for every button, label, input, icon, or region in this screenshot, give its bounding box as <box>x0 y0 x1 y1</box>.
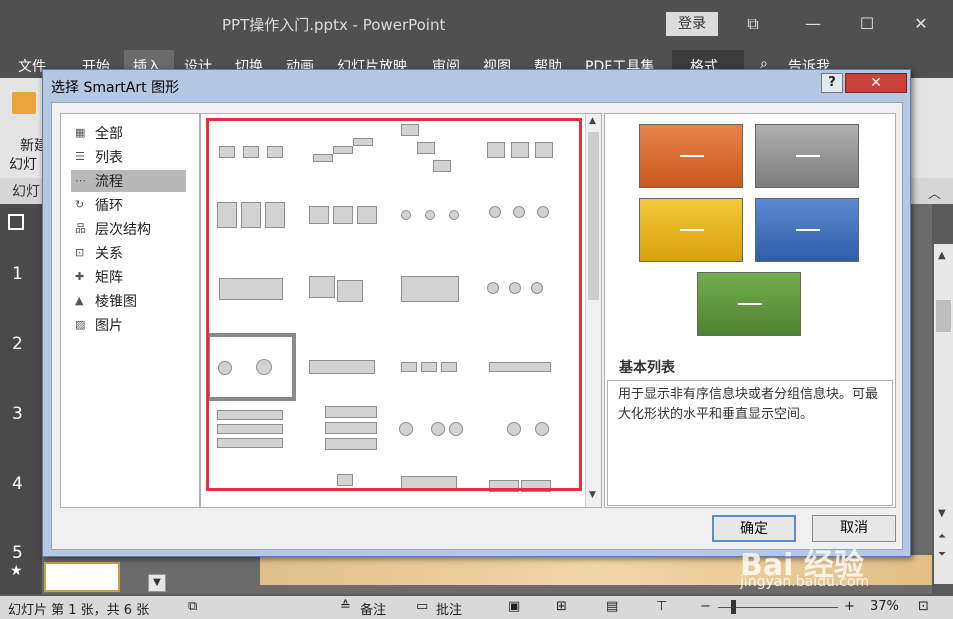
comments-button[interactable]: 批注 <box>436 599 462 618</box>
category-label: 层次结构 <box>95 222 151 238</box>
minimize-icon[interactable]: — <box>798 10 828 38</box>
slide-number-1[interactable]: 1 <box>12 264 23 284</box>
zoom-in-button[interactable]: + <box>844 599 855 614</box>
login-button[interactable]: 登录 <box>666 12 718 36</box>
slide-number-2[interactable]: 2 <box>12 334 23 354</box>
preview-block-green <box>697 272 801 336</box>
zoom-out-button[interactable]: − <box>700 599 711 614</box>
category-all[interactable]: ▦ 全部 <box>71 122 186 144</box>
comments-icon[interactable]: ▭ <box>416 599 428 614</box>
slide-number-4[interactable]: 4 <box>12 474 23 494</box>
category-list-item[interactable]: ☰ 列表 <box>71 146 186 168</box>
category-matrix[interactable]: ✚ 矩阵 <box>71 266 186 288</box>
notes-button[interactable]: 备注 <box>360 599 386 618</box>
scroll-down-icon[interactable]: ▼ <box>938 508 946 519</box>
thumbnail-scroll-down-icon[interactable]: ▼ <box>148 574 166 592</box>
hierarchy-icon: 品 <box>75 222 86 235</box>
category-picture[interactable]: ▨ 图片 <box>71 314 186 336</box>
collapse-ribbon-icon[interactable]: ︿ <box>928 183 941 202</box>
window-title: PPT操作入门.pptx - PowerPoint <box>222 16 446 34</box>
new-slide-label-2[interactable]: 幻灯 <box>9 154 37 174</box>
category-label: 全部 <box>95 126 123 142</box>
category-label: 图片 <box>95 318 123 334</box>
reading-view-icon[interactable]: ▤ <box>606 599 618 614</box>
zoom-slider[interactable] <box>718 607 838 608</box>
ok-button[interactable]: 确定 <box>712 515 796 542</box>
category-label: 矩阵 <box>95 270 123 286</box>
zoom-level[interactable]: 37% <box>870 599 899 614</box>
maximize-icon[interactable]: ☐ <box>852 10 882 38</box>
category-label: 流程 <box>95 174 123 190</box>
help-button[interactable]: ? <box>821 73 843 93</box>
preview-block-gray <box>755 124 859 188</box>
close-window-icon[interactable]: ✕ <box>906 10 936 38</box>
process-icon: ⋯ <box>75 174 86 187</box>
preview-pane: 基本列表 用于显示非有序信息块或者分组信息块。可最大化形状的水平和垂直显示空间。 <box>604 113 896 508</box>
cancel-button[interactable]: 取消 <box>812 515 896 542</box>
slide-number-5[interactable]: 5 <box>12 543 23 563</box>
preview-block-yellow <box>639 198 743 262</box>
dialog-close-button[interactable]: ✕ <box>845 73 907 93</box>
relationship-icon: ⊡ <box>75 246 85 259</box>
notes-icon[interactable]: ≙ <box>340 599 351 614</box>
category-label: 关系 <box>95 246 123 262</box>
star-icon: ★ <box>10 563 23 579</box>
category-label: 列表 <box>95 150 123 166</box>
scroll-thumb[interactable] <box>936 300 951 332</box>
category-process[interactable]: ⋯ 流程 <box>71 170 186 192</box>
preview-block-blue <box>755 198 859 262</box>
normal-view-icon[interactable]: ▣ <box>508 599 520 614</box>
scroll-up-icon[interactable]: ▲ <box>938 250 946 261</box>
title-bar: PPT操作入门.pptx - PowerPoint 登录 ⧉ — ☐ ✕ <box>0 0 953 50</box>
scroll-down-icon[interactable]: ▼ <box>589 490 596 500</box>
slide-thumbnail-pane <box>0 204 42 594</box>
smartart-dialog: 选择 SmartArt 图形 ? ✕ ▦ 全部 ☰ 列表 ⋯ 流程 ↻ 循环 品 <box>42 69 911 557</box>
accessibility-icon[interactable]: ⧉ <box>188 599 197 614</box>
preview-title: 基本列表 <box>619 360 675 376</box>
baidu-watermark: Bai 经验 jingyan.baidu.com <box>740 540 940 590</box>
category-list: ▦ 全部 ☰ 列表 ⋯ 流程 ↻ 循环 品 层次结构 ⊡ 关系 ✚ 矩阵 ▲ 棱… <box>60 113 200 508</box>
slide-number-3[interactable]: 3 <box>12 404 23 424</box>
pyramid-icon: ▲ <box>75 294 84 307</box>
category-cycle[interactable]: ↻ 循环 <box>71 194 186 216</box>
slides-group-label: 幻灯 <box>12 184 40 200</box>
save-icon[interactable] <box>8 214 24 230</box>
category-pyramid[interactable]: ▲ 棱锥图 <box>71 290 186 312</box>
dialog-body: ▦ 全部 ☰ 列表 ⋯ 流程 ↻ 循环 品 层次结构 ⊡ 关系 ✚ 矩阵 ▲ 棱… <box>51 102 903 550</box>
scroll-up-icon[interactable]: ▲ <box>589 116 596 126</box>
picture-icon: ▨ <box>75 318 86 331</box>
list-icon: ☰ <box>75 150 85 163</box>
ribbon-display-icon[interactable]: ⧉ <box>738 10 768 38</box>
slideshow-icon[interactable]: ⊤ <box>656 599 667 614</box>
watermark-url: jingyan.baidu.com <box>740 574 870 590</box>
slide-count-status: 幻灯片 第 1 张，共 6 张 <box>8 603 150 618</box>
matrix-icon: ✚ <box>75 270 85 283</box>
preview-description: 用于显示非有序信息块或者分组信息块。可最大化形状的水平和垂直显示空间。 <box>607 380 893 506</box>
smartart-gallery: ▲ ▼ <box>200 113 602 508</box>
status-bar: 幻灯片 第 1 张，共 6 张 ⧉ ≙ 备注 ▭ 批注 ▣ ⊞ ▤ ⊤ − + … <box>0 596 953 619</box>
slide-thumbnail[interactable] <box>44 562 120 592</box>
grid-all-icon: ▦ <box>75 126 86 139</box>
dialog-title: 选择 SmartArt 图形 <box>51 80 180 96</box>
category-label: 循环 <box>95 198 123 214</box>
fit-to-window-icon[interactable]: ⊡ <box>918 599 929 614</box>
category-relationship[interactable]: ⊡ 关系 <box>71 242 186 264</box>
category-label: 棱锥图 <box>95 294 137 310</box>
gallery-red-highlight <box>206 118 582 491</box>
slide-sorter-icon[interactable]: ⊞ <box>556 599 567 614</box>
zoom-slider-thumb[interactable] <box>731 600 736 614</box>
cycle-icon: ↻ <box>75 198 85 211</box>
new-slide-icon[interactable] <box>12 92 36 114</box>
category-hierarchy[interactable]: 品 层次结构 <box>71 218 186 240</box>
gallery-scroll-thumb[interactable] <box>588 132 599 300</box>
gallery-scrollbar[interactable]: ▲ ▼ <box>585 114 601 507</box>
preview-block-orange <box>639 124 743 188</box>
